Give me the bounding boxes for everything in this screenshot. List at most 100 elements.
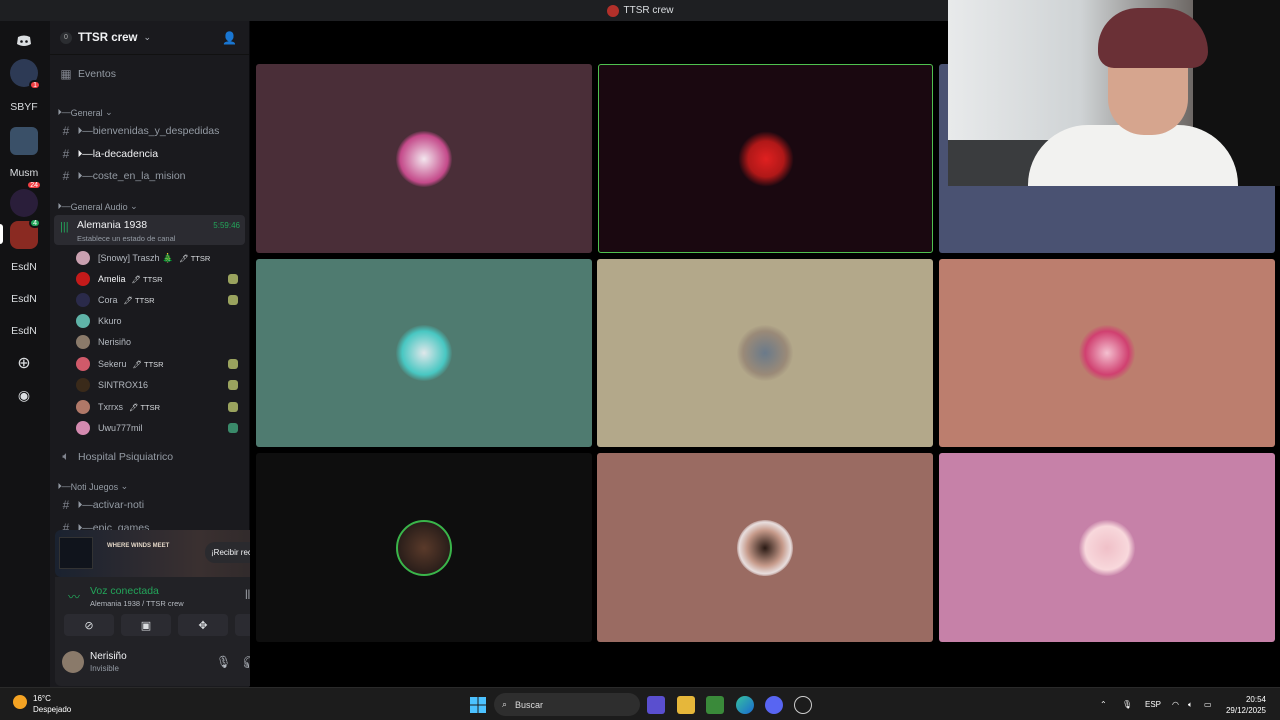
- channel-coste[interactable]: # 🞂—coste_en_la_mision: [50, 169, 249, 183]
- active-server-indicator: [0, 224, 3, 244]
- avatar: [737, 519, 793, 576]
- avatar: [396, 519, 452, 576]
- clock[interactable]: 20:54 29/12/2025: [1226, 694, 1266, 716]
- hash-icon: #: [62, 124, 70, 138]
- avatar: [76, 293, 90, 307]
- taskbar: 16°C Despejado ⌕ Buscar ⌃ 🎙︎ ESP ◠ 🔈︎ ▭ …: [0, 687, 1280, 720]
- activities-icon: ✥: [198, 619, 208, 632]
- participant-tile[interactable]: [939, 453, 1275, 642]
- discord-home-icon[interactable]: [10, 27, 38, 55]
- server-icon[interactable]: [10, 189, 38, 217]
- avatar: [62, 651, 84, 673]
- avatar: [76, 314, 90, 328]
- teams-icon[interactable]: [647, 696, 665, 714]
- activities-button[interactable]: ✥: [178, 614, 228, 636]
- server-icon[interactable]: [10, 127, 38, 155]
- channel-status[interactable]: Establece un estado de canal: [77, 234, 175, 243]
- voice-user[interactable]: Kkuro: [76, 312, 242, 330]
- voice-channel-hospital[interactable]: 🔈︎ Hospital Psiquiatrico: [50, 449, 249, 464]
- file-explorer-icon[interactable]: [677, 696, 695, 714]
- server-esdn[interactable]: EsdN: [9, 285, 39, 313]
- camera-button[interactable]: ⊘: [64, 614, 114, 636]
- time: 20:54: [1245, 695, 1266, 704]
- category-general-audio[interactable]: 🞂— General Audio ⌄: [50, 201, 249, 212]
- participant-tile[interactable]: [939, 259, 1275, 447]
- activity-icon: [228, 274, 238, 284]
- invite-people-icon[interactable]: 👤: [222, 31, 237, 45]
- chevron-down-icon: ⌄: [143, 32, 151, 42]
- server-esdn[interactable]: EsdN: [9, 317, 39, 345]
- participant-tile[interactable]: [256, 64, 592, 253]
- avatar: [1079, 325, 1135, 381]
- minecraft-icon[interactable]: [706, 696, 724, 714]
- boost-level: 0: [60, 31, 72, 44]
- avatar: [76, 357, 90, 371]
- taskbar-search[interactable]: ⌕ Buscar: [494, 693, 640, 716]
- server-sbyf[interactable]: SBYF: [9, 93, 39, 121]
- channel-sidebar: 0 TTSR crew ⌄ 👤 ▦ Eventos 🞂— General ⌄ # 🞂—…: [50, 21, 294, 687]
- guild-header[interactable]: 0 TTSR crew ⌄ 👤: [50, 21, 249, 55]
- signal-icon[interactable]: 〰: [68, 588, 80, 605]
- game-logo: WHERE WINDS MEET: [107, 543, 170, 549]
- window-title: TTSR crew: [623, 5, 674, 16]
- category-general[interactable]: 🞂— General ⌄: [50, 107, 249, 118]
- discover-icon[interactable]: ◉: [10, 381, 38, 409]
- calendar-icon: ▦: [60, 67, 72, 81]
- avatar: [76, 335, 90, 349]
- camera-off-icon: ⊘: [84, 619, 94, 632]
- voice-user[interactable]: Uwu777mil: [76, 419, 242, 437]
- search-icon: ⌕: [502, 699, 508, 709]
- voice-user[interactable]: SINTROX16: [76, 376, 242, 394]
- server-icon[interactable]: 4: [10, 218, 41, 249]
- avatar: [76, 251, 90, 265]
- voice-user[interactable]: Sekeru 🖊 TTSR: [76, 355, 242, 373]
- mic-tray-icon[interactable]: 🎙︎: [1122, 688, 1132, 720]
- participant-tile[interactable]: [597, 453, 933, 642]
- activity-icon: [228, 359, 238, 369]
- voice-user[interactable]: Txrrxs 🖊 TTSR: [76, 398, 242, 416]
- participant-tile[interactable]: [597, 259, 933, 447]
- avatar: [396, 130, 452, 187]
- voice-status[interactable]: Voz conectada: [90, 585, 159, 597]
- add-server-icon[interactable]: ⊕: [10, 349, 38, 377]
- avatar: [76, 378, 90, 392]
- volume-icon[interactable]: 🔈︎: [1188, 688, 1193, 720]
- promo-image: [59, 537, 93, 569]
- voice-timer: 5:59:46: [213, 221, 240, 230]
- category-noti-juegos[interactable]: 🞂— Noti Juegos ⌄: [50, 481, 249, 492]
- server-icon[interactable]: 1: [10, 59, 41, 90]
- activity-icon: [228, 380, 238, 390]
- date: 29/12/2025: [1225, 706, 1266, 715]
- microphone-icon[interactable]: 🎙︎: [216, 655, 231, 669]
- participant-tile[interactable]: [256, 259, 592, 447]
- username: Nerisiño: [90, 651, 127, 662]
- battery-icon[interactable]: ▭: [1204, 688, 1212, 720]
- chatgpt-icon[interactable]: [794, 696, 812, 714]
- tray-overflow-icon[interactable]: ⌃: [1100, 688, 1107, 720]
- voice-user[interactable]: Cora 🖊 TTSR: [76, 291, 242, 309]
- language-indicator[interactable]: ESP: [1145, 688, 1161, 720]
- activity-icon: [228, 423, 238, 433]
- participant-tile[interactable]: [256, 453, 592, 642]
- screen-share-icon: ▣: [140, 619, 152, 632]
- events-item[interactable]: ▦ Eventos: [50, 67, 249, 81]
- avatar: [76, 400, 90, 414]
- edge-icon[interactable]: [736, 696, 754, 714]
- avatar: [737, 130, 794, 187]
- participant-tile[interactable]: [598, 64, 933, 253]
- wifi-icon[interactable]: ◠: [1172, 688, 1179, 720]
- server-esdn[interactable]: EsdN: [9, 253, 39, 281]
- activity-icon: [228, 295, 238, 305]
- channel-activar-noti[interactable]: # 🞂—activar-noti: [50, 498, 249, 512]
- discord-icon[interactable]: [765, 696, 783, 714]
- voice-user[interactable]: Nerisiño: [76, 333, 242, 351]
- channel-bienvenidas[interactable]: # 🞂—bienvenidas_y_despedidas: [50, 124, 249, 138]
- channel-la-decadencia[interactable]: # 🞂—la-decadencia: [50, 147, 249, 161]
- voice-user[interactable]: Amelia 🖊 TTSR: [76, 270, 242, 288]
- start-icon[interactable]: [469, 696, 487, 714]
- voice-user[interactable]: [Snowy] Traszh 🎄 🖊 TTSR: [76, 249, 242, 267]
- guild-name: TTSR crew: [78, 31, 138, 44]
- server-musm[interactable]: Musm 24: [9, 159, 42, 190]
- voice-channel-alemania[interactable]: ||| Alemania 1938 5:59:46 Establece un e…: [54, 215, 245, 245]
- screen-share-button[interactable]: ▣: [121, 614, 171, 636]
